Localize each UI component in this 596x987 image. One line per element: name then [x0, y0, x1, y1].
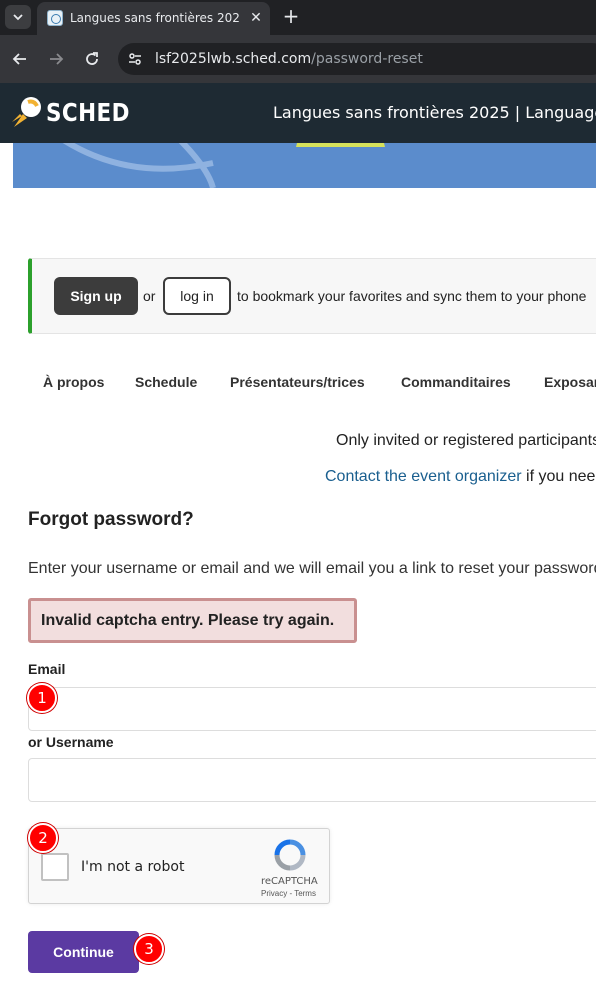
site-header: SCHED Langues sans frontières 2025 | Lan… — [0, 83, 596, 143]
tab-title: Langues sans frontières 2025 | L — [70, 11, 240, 25]
chevron-down-icon — [13, 14, 23, 21]
login-button[interactable]: log in — [163, 277, 231, 315]
access-notice: Only invited or registered participants — [336, 432, 596, 449]
url-host: lsf2025lwb.sched.com — [155, 51, 312, 67]
recaptcha-checkbox[interactable] — [41, 853, 69, 881]
nav-item-a-propos[interactable]: À propos — [43, 374, 104, 390]
recaptcha-widget: I'm not a robot reCAPTCHA Privacy - Term… — [28, 828, 330, 904]
page-title: Forgot password? — [28, 509, 194, 530]
contact-notice-rest: if you need — [526, 468, 596, 485]
email-label: Email — [28, 661, 66, 677]
close-icon[interactable]: ✕ — [247, 8, 265, 26]
browser-toolbar: lsf2025lwb.sched.com/password-reset — [0, 35, 596, 83]
favicon-icon — [47, 10, 63, 26]
signup-button[interactable]: Sign up — [54, 277, 138, 315]
back-arrow-icon[interactable] — [8, 47, 32, 71]
recaptcha-label: I'm not a robot — [81, 859, 185, 875]
url-text: lsf2025lwb.sched.com/password-reset — [155, 51, 423, 67]
sched-logo-icon[interactable] — [10, 94, 44, 130]
browser-tab-strip: Langues sans frontières 2025 | L ✕ + — [0, 0, 596, 35]
logo-text[interactable]: SCHED — [46, 98, 130, 127]
or-text: or — [143, 288, 156, 304]
username-field[interactable] — [28, 758, 596, 802]
nav-item-presenters[interactable]: Présentateurs/trices — [230, 374, 365, 390]
forward-arrow-icon[interactable] — [44, 47, 68, 71]
banner-graphic — [62, 143, 385, 188]
tab-search-button[interactable] — [5, 5, 31, 29]
recaptcha-terms-link[interactable]: Privacy - Terms — [261, 889, 316, 898]
browser-tab[interactable]: Langues sans frontières 2025 | L ✕ — [37, 2, 270, 35]
site-settings-icon[interactable] — [124, 48, 146, 70]
plus-icon[interactable]: + — [280, 4, 302, 28]
address-bar[interactable]: lsf2025lwb.sched.com/password-reset — [118, 43, 596, 75]
reload-icon[interactable] — [80, 47, 104, 71]
event-banner — [13, 143, 596, 188]
recaptcha-brand: reCAPTCHA — [261, 876, 318, 887]
captcha-error-message: Invalid captcha entry. Please try again. — [28, 598, 357, 643]
recaptcha-logo-icon — [274, 839, 306, 871]
continue-button[interactable]: Continue — [28, 931, 139, 973]
event-title[interactable]: Langues sans frontières 2025 | Languages — [273, 103, 596, 122]
nav-item-exhibitors[interactable]: Exposants — [544, 374, 596, 390]
contact-organizer-link[interactable]: Contact the event organizer — [325, 468, 522, 485]
email-field[interactable] — [28, 687, 596, 731]
site-nav: À propos Schedule Présentateurs/trices C… — [0, 374, 596, 396]
signup-prompt: Sign up or log in to bookmark your favor… — [28, 258, 596, 334]
annotation-badge-3: 3 — [134, 934, 164, 964]
url-path: /password-reset — [311, 51, 423, 67]
signup-description: to bookmark your favorites and sync them… — [237, 288, 587, 304]
contact-notice: Contact the event organizer if you need — [325, 468, 596, 486]
annotation-badge-2: 2 — [28, 823, 58, 853]
nav-item-sponsors[interactable]: Commanditaires — [401, 374, 511, 390]
username-label: or Username — [28, 734, 114, 750]
form-instructions: Enter your username or email and we will… — [28, 560, 596, 577]
annotation-badge-1: 1 — [27, 683, 57, 713]
nav-item-schedule[interactable]: Schedule — [135, 374, 197, 390]
